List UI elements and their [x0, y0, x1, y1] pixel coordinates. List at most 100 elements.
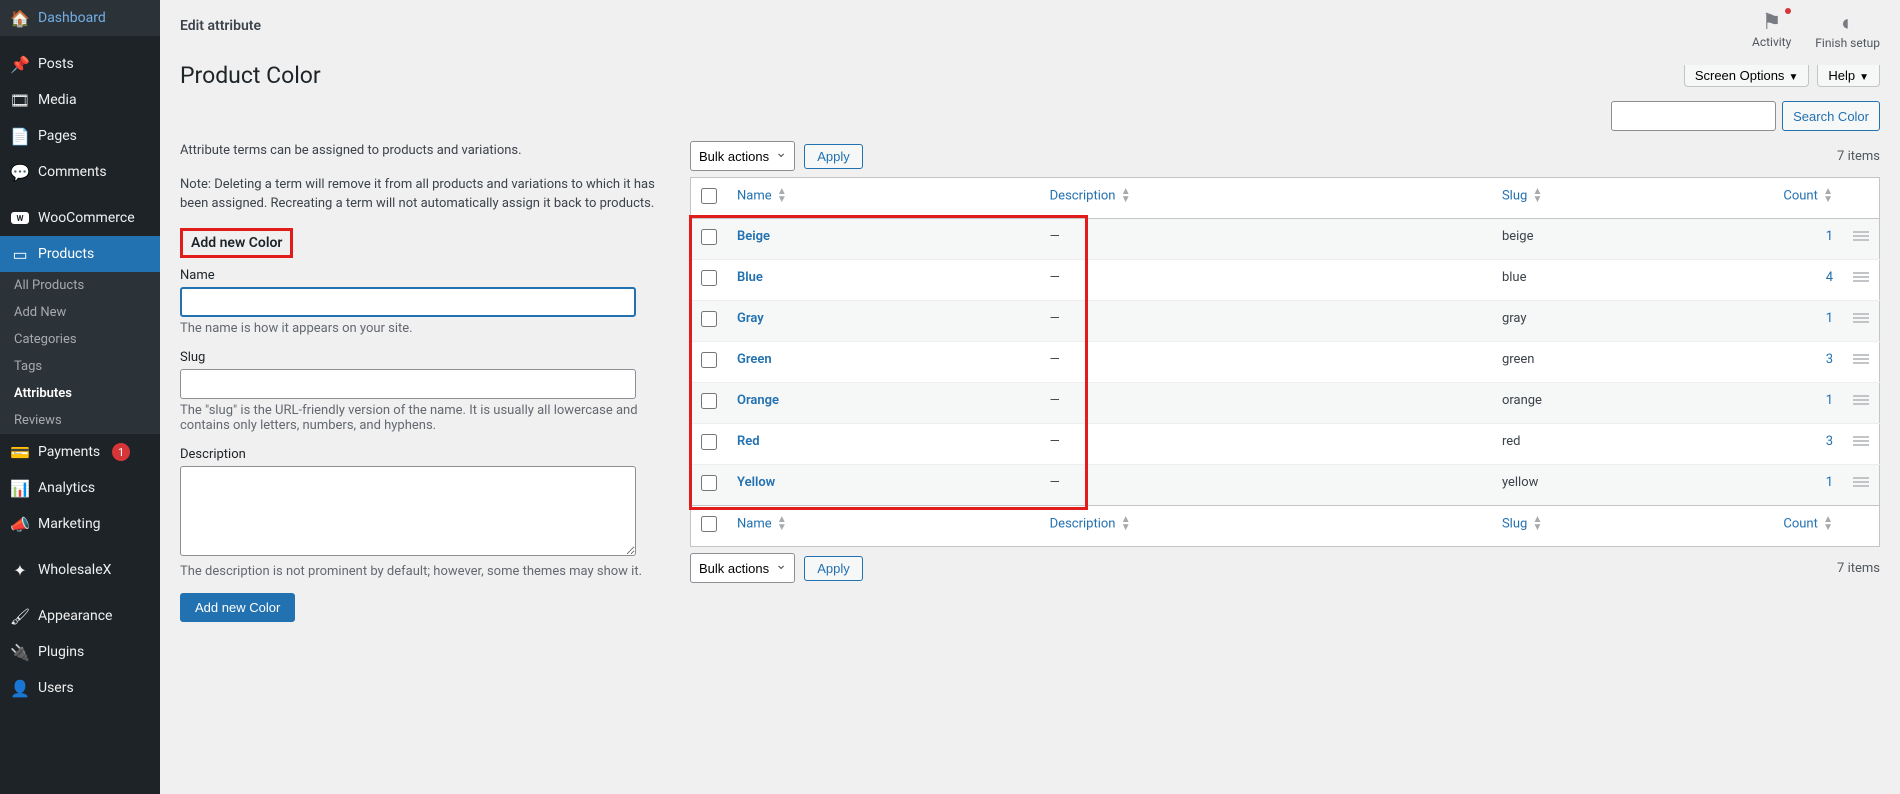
sort-icon: ▲▼	[1533, 516, 1543, 532]
sidebar-item-payments[interactable]: 💳Payments1	[0, 434, 160, 470]
chevron-down-icon: ▼	[1788, 72, 1798, 83]
sidebar-item-pages[interactable]: 📄Pages	[0, 118, 160, 154]
row-checkbox[interactable]	[701, 352, 717, 368]
payments-icon: 💳	[10, 442, 30, 462]
products-icon: ▭	[10, 244, 30, 264]
column-header-description[interactable]: Description ▲▼	[1040, 178, 1492, 219]
bulk-actions-select-bottom[interactable]: Bulk actions	[690, 553, 795, 583]
row-checkbox[interactable]	[701, 311, 717, 327]
search-button[interactable]: Search Color	[1782, 101, 1880, 131]
term-name-link[interactable]: Orange	[737, 393, 779, 408]
sidebar-item-posts[interactable]: 📌Posts	[0, 46, 160, 82]
drag-handle-icon[interactable]	[1853, 270, 1869, 284]
column-footer-slug[interactable]: Slug ▲▼	[1492, 506, 1763, 547]
column-footer-count[interactable]: Count ▲▼	[1763, 506, 1843, 547]
sidebar-item-label: Media	[38, 92, 77, 108]
row-checkbox[interactable]	[701, 475, 717, 491]
sort-icon: ▲▼	[1533, 188, 1543, 204]
column-footer-name[interactable]: Name ▲▼	[727, 506, 1040, 547]
marketing-icon: 📣	[10, 514, 30, 534]
sidebar-item-label: Posts	[38, 56, 74, 72]
apply-button-top[interactable]: Apply	[804, 144, 863, 169]
column-header-slug[interactable]: Slug ▲▼	[1492, 178, 1763, 219]
drag-handle-icon[interactable]	[1853, 393, 1869, 407]
drag-handle-icon[interactable]	[1853, 229, 1869, 243]
column-footer-description[interactable]: Description ▲▼	[1040, 506, 1492, 547]
description-help: The description is not prominent by defa…	[180, 564, 660, 579]
description-label: Description	[180, 447, 660, 462]
search-input[interactable]	[1611, 101, 1776, 131]
users-icon: 👤	[10, 678, 30, 698]
drag-handle-icon[interactable]	[1853, 352, 1869, 366]
submenu-item-categories[interactable]: Categories	[0, 326, 160, 353]
term-count-link[interactable]: 1	[1826, 311, 1833, 326]
term-count-link[interactable]: 1	[1826, 393, 1833, 408]
term-count-link[interactable]: 3	[1826, 434, 1833, 449]
sidebar-item-media[interactable]: 🎞Media	[0, 82, 160, 118]
term-slug: red	[1492, 424, 1763, 465]
sidebar-item-plugins[interactable]: 🔌Plugins	[0, 634, 160, 670]
drag-handle-icon[interactable]	[1853, 311, 1869, 325]
apply-button-bottom[interactable]: Apply	[804, 556, 863, 581]
drag-handle-icon[interactable]	[1853, 434, 1869, 448]
term-name-link[interactable]: Beige	[737, 229, 770, 244]
sidebar-item-appearance[interactable]: 🖌Appearance	[0, 598, 160, 634]
column-header-count[interactable]: Count ▲▼	[1763, 178, 1843, 219]
name-label: Name	[180, 268, 660, 283]
term-name-link[interactable]: Yellow	[737, 475, 775, 490]
name-input[interactable]	[180, 287, 636, 317]
finish-setup-button[interactable]: ◐ Finish setup	[1815, 10, 1880, 50]
row-checkbox[interactable]	[701, 434, 717, 450]
slug-input[interactable]	[180, 369, 636, 399]
sidebar-item-products[interactable]: ▭Products	[0, 236, 160, 272]
term-count-link[interactable]: 1	[1826, 475, 1833, 490]
bulk-actions-select-top[interactable]: Bulk actions	[690, 141, 795, 171]
sidebar-item-wholesalex[interactable]: ✦WholesaleX	[0, 552, 160, 588]
submenu-item-add-new[interactable]: Add New	[0, 299, 160, 326]
submenu-item-all-products[interactable]: All Products	[0, 272, 160, 299]
drag-handle-icon[interactable]	[1853, 475, 1869, 489]
add-new-color-button[interactable]: Add new Color	[180, 593, 295, 622]
dashboard-icon: 🏠	[10, 8, 30, 28]
term-count-link[interactable]: 4	[1826, 270, 1833, 285]
sidebar-item-users[interactable]: 👤Users	[0, 670, 160, 706]
row-checkbox[interactable]	[701, 229, 717, 245]
activity-button[interactable]: ⚑ Activity	[1752, 10, 1791, 50]
chevron-down-icon: ▼	[1859, 72, 1869, 83]
term-name-link[interactable]: Gray	[737, 311, 764, 326]
finish-setup-icon: ◐	[1815, 10, 1880, 36]
description-textarea[interactable]	[180, 466, 636, 556]
sidebar-item-comments[interactable]: 💬Comments	[0, 154, 160, 190]
submenu-item-tags[interactable]: Tags	[0, 353, 160, 380]
term-name-link[interactable]: Red	[737, 434, 760, 449]
submenu-item-reviews[interactable]: Reviews	[0, 407, 160, 434]
wholesale-icon: ✦	[10, 560, 30, 580]
sidebar-item-dashboard[interactable]: 🏠Dashboard	[0, 0, 160, 36]
sidebar-item-woocommerce[interactable]: WWooCommerce	[0, 200, 160, 236]
page-title: Product Color	[180, 62, 321, 89]
sidebar-item-label: Comments	[38, 164, 107, 180]
row-checkbox[interactable]	[701, 270, 717, 286]
sidebar-item-marketing[interactable]: 📣Marketing	[0, 506, 160, 542]
screen-options-button[interactable]: Screen Options▼	[1684, 65, 1810, 87]
row-checkbox[interactable]	[701, 393, 717, 409]
select-all-checkbox-bottom[interactable]	[701, 516, 717, 532]
term-name-link[interactable]: Blue	[737, 270, 763, 285]
activity-label: Activity	[1752, 35, 1791, 49]
sort-icon: ▲▼	[777, 188, 787, 204]
term-count-link[interactable]: 3	[1826, 352, 1833, 367]
help-button[interactable]: Help▼	[1817, 65, 1880, 87]
term-name-link[interactable]: Green	[737, 352, 772, 367]
sidebar-item-analytics[interactable]: 📊Analytics	[0, 470, 160, 506]
term-description: —	[1040, 383, 1492, 424]
table-row: Gray — gray 1	[691, 301, 1880, 342]
column-header-name[interactable]: Name ▲▼	[727, 178, 1040, 219]
table-row: Red — red 3	[691, 424, 1880, 465]
term-slug: green	[1492, 342, 1763, 383]
activity-icon: ⚑	[1752, 10, 1791, 35]
select-all-checkbox-top[interactable]	[701, 188, 717, 204]
sort-icon: ▲▼	[777, 516, 787, 532]
term-count-link[interactable]: 1	[1826, 229, 1833, 244]
sidebar-item-label: Payments	[38, 444, 100, 460]
submenu-item-attributes[interactable]: Attributes	[0, 380, 160, 407]
